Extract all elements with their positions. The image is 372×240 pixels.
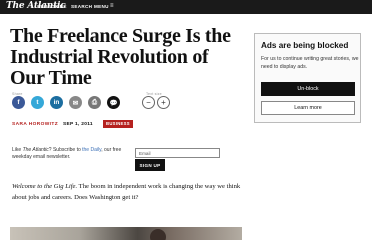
email-share-button[interactable]: ✉ (69, 96, 82, 109)
newsletter-signup-button[interactable]: SIGN UP (135, 159, 165, 171)
nav-menu[interactable]: MENU (94, 4, 109, 9)
facebook-share-button[interactable]: f (12, 96, 25, 109)
increase-text-size-button[interactable]: + (157, 96, 170, 109)
top-nav-bar: The Atlantic SUBSCRIBE SEARCH MENU ≡ (0, 0, 372, 14)
lede-intro: Welcome to the Gig Life. (12, 183, 78, 190)
ad-block-message: For us to continue writing great stories… (261, 56, 359, 70)
email-icon: ✉ (72, 99, 79, 107)
newsletter-email-input[interactable] (135, 148, 220, 158)
nav-search[interactable]: SEARCH (71, 4, 92, 9)
newsletter-promo: Like The Atlantic? Subscribe to the Dail… (12, 147, 142, 161)
article-lede: Welcome to the Gig Life. The boom in ind… (12, 181, 244, 203)
facebook-icon: f (17, 99, 20, 106)
ad-block-title: Ads are being blocked (261, 41, 349, 50)
article-hero-image (10, 227, 242, 240)
learn-more-button[interactable]: Learn more (261, 101, 355, 115)
author-link[interactable]: SARA HOROWITZ (12, 122, 58, 127)
print-icon: ⎙ (91, 98, 98, 106)
linkedin-icon: in (53, 99, 60, 106)
hamburger-icon[interactable]: ≡ (110, 3, 114, 9)
twitter-share-button[interactable]: t (31, 96, 44, 109)
ad-block-notice: Ads are being blocked For us to continue… (254, 33, 361, 123)
plus-icon: + (161, 97, 166, 107)
nav-subscribe[interactable]: SUBSCRIBE (37, 4, 67, 9)
daily-newsletter-link[interactable]: the Daily (82, 147, 101, 153)
comments-button[interactable]: 💬 (107, 96, 120, 109)
decrease-text-size-button[interactable]: − (142, 96, 155, 109)
promo-like: Like (12, 147, 23, 153)
section-tag[interactable]: BUSINESS (103, 120, 133, 128)
hero-person-figure (150, 229, 166, 240)
linkedin-share-button[interactable]: in (50, 96, 63, 109)
promo-mid: ? Subscribe to (48, 147, 83, 153)
publish-date: SEP 1, 2011 (63, 122, 93, 127)
unblock-button[interactable]: Un-block (261, 82, 355, 96)
twitter-icon: t (36, 99, 39, 106)
minus-icon: − (146, 97, 151, 107)
article-headline: The Freelance Surge Is the Industrial Re… (10, 25, 231, 89)
comment-icon: 💬 (109, 99, 118, 107)
promo-magazine: The Atlantic (22, 147, 49, 153)
print-button[interactable]: ⎙ (88, 96, 101, 109)
